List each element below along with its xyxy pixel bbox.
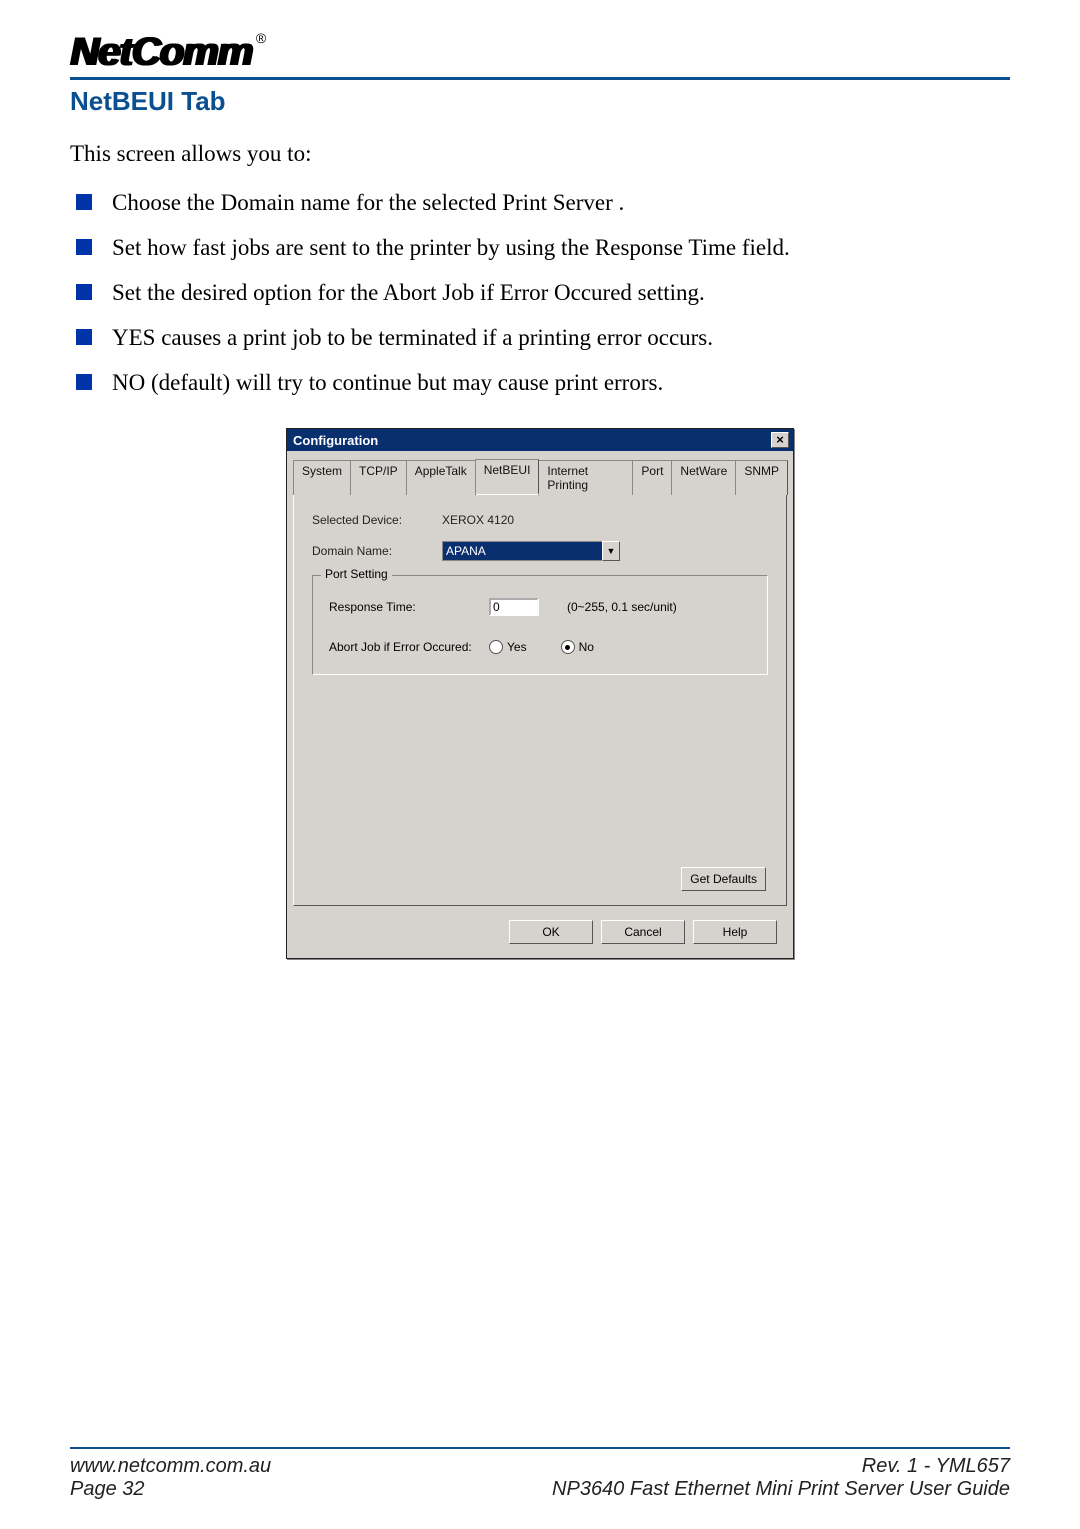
- selected-device-label: Selected Device:: [312, 513, 442, 527]
- tab-netware[interactable]: NetWare: [671, 460, 736, 495]
- radio-icon: [489, 640, 503, 654]
- section-title: NetBEUI Tab: [70, 86, 1010, 117]
- port-setting-legend: Port Setting: [321, 567, 392, 581]
- chevron-down-icon: ▼: [607, 546, 616, 556]
- brand-logo: NetComm®: [70, 30, 1010, 75]
- intro-text: This screen allows you to:: [70, 141, 1010, 167]
- domain-name-label: Domain Name:: [312, 544, 442, 558]
- get-defaults-button[interactable]: Get Defaults: [681, 867, 766, 891]
- configuration-dialog: Configuration × System TCP/IP AppleTalk …: [286, 428, 794, 959]
- abort-job-label: Abort Job if Error Occured:: [329, 640, 489, 654]
- footer-url: www.netcomm.com.au: [70, 1455, 271, 1478]
- cancel-button[interactable]: Cancel: [601, 920, 685, 944]
- registered-mark: ®: [256, 30, 265, 46]
- dialog-tabs: System TCP/IP AppleTalk NetBEUI Internet…: [293, 459, 787, 495]
- radio-icon: [561, 640, 575, 654]
- dialog-title: Configuration: [293, 433, 378, 448]
- brand-logo-text: NetComm: [70, 30, 252, 74]
- tab-snmp[interactable]: SNMP: [735, 460, 788, 495]
- footer-page: Page 32: [70, 1478, 145, 1501]
- list-item: YES causes a print job to be terminated …: [70, 322, 1010, 353]
- footer-guide: NP3640 Fast Ethernet Mini Print Server U…: [552, 1478, 1010, 1501]
- abort-no-radio[interactable]: No: [561, 640, 594, 654]
- domain-name-combo[interactable]: ▼: [442, 541, 620, 561]
- tab-appletalk[interactable]: AppleTalk: [406, 460, 476, 495]
- close-icon: ×: [776, 432, 784, 447]
- abort-yes-radio[interactable]: Yes: [489, 640, 527, 654]
- dialog-titlebar: Configuration ×: [287, 429, 793, 451]
- tab-port[interactable]: Port: [632, 460, 672, 495]
- close-button[interactable]: ×: [771, 432, 789, 448]
- tab-netbeui[interactable]: NetBEUI: [475, 459, 540, 494]
- page-footer: www.netcomm.com.au Rev. 1 - YML657 Page …: [70, 1447, 1010, 1501]
- bullet-list: Choose the Domain name for the selected …: [70, 187, 1010, 398]
- list-item: NO (default) will try to continue but ma…: [70, 367, 1010, 398]
- help-button[interactable]: Help: [693, 920, 777, 944]
- dialog-button-row: OK Cancel Help: [287, 906, 793, 958]
- footer-rev: Rev. 1 - YML657: [862, 1455, 1010, 1478]
- tab-tcpip[interactable]: TCP/IP: [350, 460, 407, 495]
- selected-device-value: XEROX 4120: [442, 513, 514, 527]
- response-time-hint: (0~255, 0.1 sec/unit): [567, 600, 677, 614]
- response-time-input[interactable]: [489, 598, 539, 616]
- footer-rule: [70, 1447, 1010, 1449]
- header-rule: [70, 77, 1010, 80]
- list-item: Choose the Domain name for the selected …: [70, 187, 1010, 218]
- domain-name-dropdown-button[interactable]: ▼: [602, 541, 620, 561]
- ok-button[interactable]: OK: [509, 920, 593, 944]
- tab-panel-netbeui: Selected Device: XEROX 4120 Domain Name:…: [293, 495, 787, 906]
- port-setting-group: Port Setting Response Time: (0~255, 0.1 …: [312, 575, 768, 675]
- abort-no-label: No: [579, 640, 594, 654]
- abort-yes-label: Yes: [507, 640, 527, 654]
- domain-name-input[interactable]: [442, 541, 602, 561]
- tab-internet-printing[interactable]: Internet Printing: [538, 460, 633, 495]
- tab-system[interactable]: System: [293, 460, 351, 495]
- list-item: Set the desired option for the Abort Job…: [70, 277, 1010, 308]
- list-item: Set how fast jobs are sent to the printe…: [70, 232, 1010, 263]
- response-time-label: Response Time:: [329, 600, 489, 614]
